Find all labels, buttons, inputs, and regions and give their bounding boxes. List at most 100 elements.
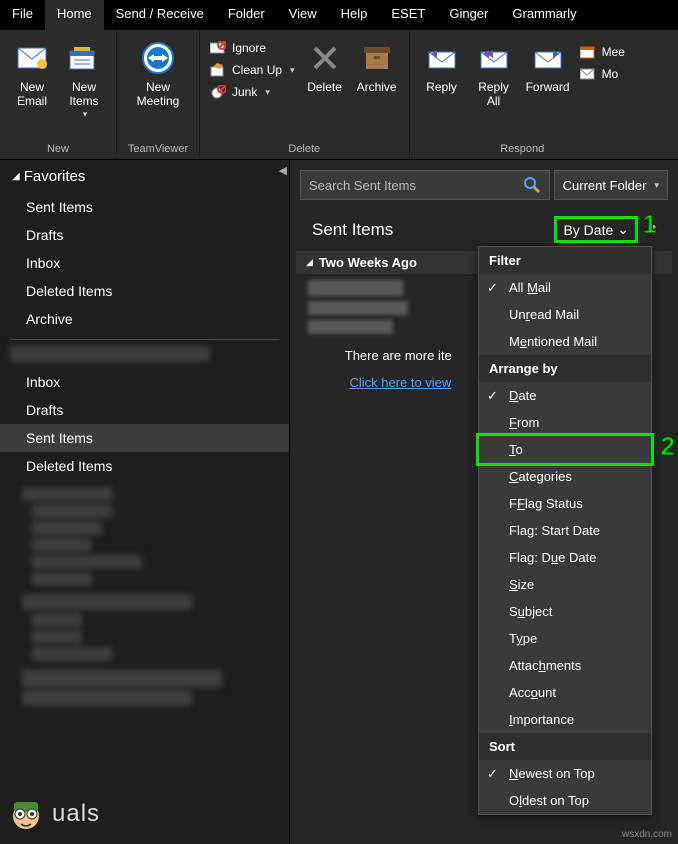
arrange-option[interactable]: Size [479, 571, 651, 598]
meeting-button[interactable]: Mee [580, 44, 625, 60]
sort-option[interactable]: ✓Newest on Top [479, 760, 651, 787]
sort-by-label: By Date [563, 222, 613, 238]
reply-icon [426, 42, 458, 74]
redacted-item [32, 521, 102, 535]
search-input[interactable]: Search Sent Items [300, 170, 550, 200]
separator [10, 339, 279, 340]
cleanup-icon [210, 62, 226, 78]
redacted-item [32, 504, 112, 518]
sort-option[interactable]: Oldest on Top [479, 787, 651, 814]
navigation-pane: ◀ ◢Favorites Sent ItemsDraftsInboxDelete… [0, 160, 290, 844]
nav-item-deleted-items[interactable]: Deleted Items [0, 452, 289, 480]
menu-ginger[interactable]: Ginger [437, 0, 500, 30]
reply-all-icon [478, 42, 510, 74]
forward-icon [532, 42, 564, 74]
search-scope-label: Current Folder [563, 178, 647, 193]
ribbon-group-delete: Ignore Clean Up▾ Junk▾ Delete Archive De… [200, 30, 410, 159]
menu-eset[interactable]: ESET [379, 0, 437, 30]
logo-mascot-icon [6, 794, 46, 834]
search-icon[interactable] [523, 176, 541, 194]
nav-item-sent-items[interactable]: Sent Items [0, 424, 289, 452]
menu-view[interactable]: View [277, 0, 329, 30]
cleanup-label: Clean Up [232, 63, 282, 77]
view-more-link[interactable]: Click here to view [349, 375, 451, 390]
calendar-icon [580, 44, 596, 60]
chevron-down-icon: ▾ [265, 87, 270, 98]
reply-all-button[interactable]: Reply All [468, 34, 520, 113]
new-email-button[interactable]: New Email [6, 34, 58, 113]
filter-option[interactable]: ✓All Mail [479, 274, 651, 301]
favorites-header[interactable]: ◢Favorites [0, 160, 289, 193]
cleanup-button[interactable]: Clean Up▾ [210, 62, 295, 78]
arrange-option[interactable]: Flag: Due Date [479, 544, 651, 571]
menu-file[interactable]: File [0, 0, 45, 30]
date-group-label: Two Weeks Ago [319, 255, 417, 270]
annotation-2: 2 [661, 431, 675, 462]
new-meeting-label: New Meeting [137, 80, 180, 109]
ignore-button[interactable]: Ignore [210, 40, 295, 56]
search-scope-dropdown[interactable]: Current Folder ▾ [554, 170, 668, 200]
arrange-option[interactable]: Subject [479, 598, 651, 625]
more-icon [580, 66, 596, 82]
meeting-label: Mee [602, 45, 625, 59]
logo-text: uals [52, 800, 100, 828]
forward-label: Forward [526, 80, 570, 94]
delete-button[interactable]: Delete [299, 34, 351, 98]
nav-item-inbox[interactable]: Inbox [0, 368, 289, 396]
collapse-nav-icon[interactable]: ◀ [279, 164, 287, 177]
ribbon-group-label: Delete [288, 141, 320, 157]
ignore-label: Ignore [232, 41, 266, 55]
forward-button[interactable]: Forward [520, 34, 576, 98]
nav-item-drafts[interactable]: Drafts [0, 221, 289, 249]
menu-folder[interactable]: Folder [216, 0, 277, 30]
reply-label: Reply [426, 80, 457, 94]
archive-label: Archive [357, 80, 397, 94]
menu-send-receive[interactable]: Send / Receive [104, 0, 216, 30]
more-label: Mo [602, 67, 619, 81]
new-items-icon [68, 42, 100, 74]
new-meeting-button[interactable]: New Meeting [123, 34, 193, 113]
nav-item-sent-items[interactable]: Sent Items [0, 193, 289, 221]
ignore-icon [210, 40, 226, 56]
nav-item-deleted-items[interactable]: Deleted Items [0, 277, 289, 305]
delete-label: Delete [307, 80, 342, 94]
redacted-item [22, 669, 222, 687]
menu-home[interactable]: Home [45, 0, 104, 30]
nav-item-drafts[interactable]: Drafts [0, 396, 289, 424]
redacted-item [22, 594, 192, 610]
favorites-label: Favorites [24, 168, 86, 185]
favorites-list: Sent ItemsDraftsInboxDeleted ItemsArchiv… [0, 193, 289, 333]
ribbon-group-new: New Email New Items▾ New [0, 30, 117, 159]
sort-by-button[interactable]: By Date ⌄ 1 [554, 216, 638, 243]
arrange-option[interactable]: From [479, 409, 651, 436]
new-email-icon [16, 42, 48, 74]
junk-button[interactable]: Junk▾ [210, 84, 295, 100]
more-respond-button[interactable]: Mo [580, 66, 625, 82]
menu-grammarly[interactable]: Grammarly [500, 0, 588, 30]
reply-button[interactable]: Reply [416, 34, 468, 98]
arrange-option[interactable]: Flag: Start Date [479, 517, 651, 544]
arrange-option[interactable]: FFlag Status [479, 490, 651, 517]
sort-filter-dropdown: Filter ✓All MailUnread MailMentioned Mai… [478, 246, 652, 815]
chevron-down-icon: ▾ [654, 180, 659, 191]
filter-option[interactable]: Mentioned Mail [479, 328, 651, 355]
nav-item-inbox[interactable]: Inbox [0, 249, 289, 277]
account-header-redacted[interactable] [10, 346, 210, 362]
arrange-option[interactable]: Attachments [479, 652, 651, 679]
nav-item-archive[interactable]: Archive [0, 305, 289, 333]
arrange-option[interactable]: Account [479, 679, 651, 706]
chevron-down-icon: ⌄ [617, 221, 629, 238]
ribbon-group-respond: Reply Reply All Forward Mee Mo Respond [410, 30, 635, 159]
menu-help[interactable]: Help [329, 0, 380, 30]
arrange-option[interactable]: To [476, 433, 654, 466]
arrange-option[interactable]: ✓Date [479, 382, 651, 409]
arrange-option[interactable]: Importance [479, 706, 651, 733]
arrange-option[interactable]: Type [479, 625, 651, 652]
redacted-item [32, 613, 82, 627]
folder-title: Sent Items [312, 220, 393, 240]
new-items-button[interactable]: New Items▾ [58, 34, 110, 124]
arrange-option[interactable]: Categories [479, 463, 651, 490]
archive-button[interactable]: Archive [351, 34, 403, 98]
appuals-logo: uals [6, 794, 100, 834]
filter-option[interactable]: Unread Mail [479, 301, 651, 328]
